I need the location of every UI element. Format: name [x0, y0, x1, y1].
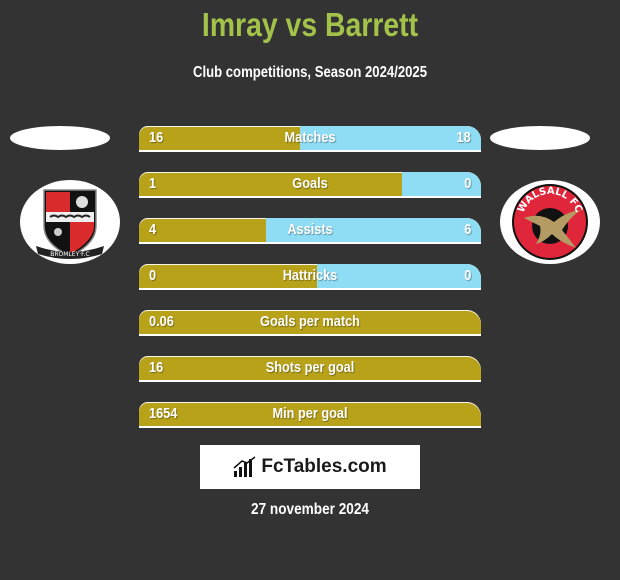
walsall-fc-crest-icon[interactable]: WALSALL FC — [500, 180, 600, 264]
left-value: 1 — [149, 175, 157, 192]
stat-label: Min per goal — [272, 405, 348, 422]
bar-chart-icon — [233, 456, 256, 477]
right-value: 6 — [463, 221, 471, 238]
competition-subtitle: Club competitions, Season 2024/2025 — [192, 64, 428, 81]
stat-label: Matches — [284, 129, 336, 146]
stat-label: Hattricks — [282, 267, 338, 284]
left-value: 16 — [149, 129, 164, 146]
left-value: 16 — [149, 359, 164, 376]
brand-name: FcTables.com — [261, 456, 387, 477]
stat-row-matches: 16 Matches 18 — [139, 126, 481, 152]
right-value: 18 — [456, 129, 471, 146]
stat-row-goals: 1 Goals 0 — [139, 172, 481, 198]
left-value: 0 — [149, 267, 157, 284]
left-value: 4 — [149, 221, 157, 238]
date-label: 27 november 2024 — [251, 501, 369, 518]
stat-row-hattricks: 0 Hattricks 0 — [139, 264, 481, 290]
stat-label: Shots per goal — [265, 359, 355, 376]
fctables-brand[interactable]: FcTables.com — [200, 445, 420, 489]
bromley-badge-text: BROMLEY·F.C — [50, 251, 89, 258]
right-value: 0 — [463, 267, 471, 284]
stat-row-min-per-goal: 1654 Min per goal — [139, 402, 481, 428]
stat-label: Assists — [287, 221, 333, 238]
bromley-fc-crest-icon[interactable]: BROMLEY·F.C — [20, 180, 120, 264]
stat-label: Goals — [292, 175, 328, 192]
stat-row-goals-per-match: 0.06 Goals per match — [139, 310, 481, 336]
right-value: 0 — [463, 175, 471, 192]
stat-row-shots-per-goal: 16 Shots per goal — [139, 356, 481, 382]
right-player-placeholder — [490, 126, 590, 150]
page-title: Imray vs Barrett — [201, 6, 419, 43]
stat-label: Goals per match — [260, 313, 360, 330]
left-player-placeholder — [10, 126, 110, 150]
stat-row-assists: 4 Assists 6 — [139, 218, 481, 244]
